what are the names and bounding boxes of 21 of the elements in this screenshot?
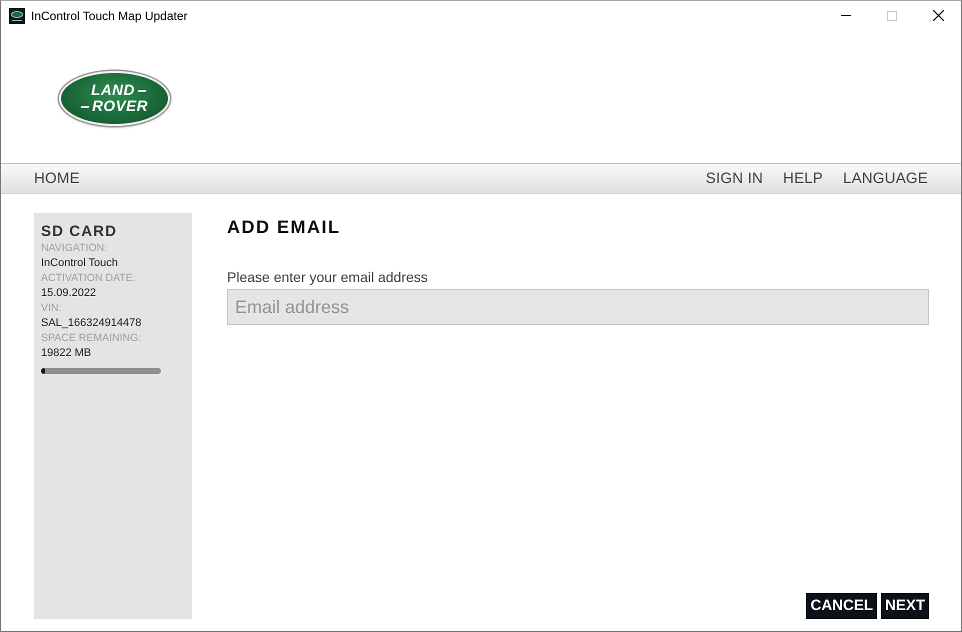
field-label: VIN: [41,301,62,316]
app-icon [9,8,25,24]
brand-logo: LAND ROVER [59,71,170,126]
email-input[interactable]: Email address [227,289,929,325]
window-title: InControl Touch Map Updater [31,8,188,22]
nav-link[interactable]: HOME [34,170,80,187]
field-value: 19822 MB [41,346,92,361]
action-button[interactable]: CANCEL [806,593,877,619]
page-heading: ADD EMAIL [227,217,342,238]
email-label: Please enter your email address [227,269,429,285]
field-value: InControl Touch [41,256,119,271]
field-label: ACTIVATION DATE: [41,271,137,286]
field-label: NAVIGATION: [41,241,108,256]
nav-link[interactable]: HELP [783,170,824,187]
nav-link[interactable]: LANGUAGE [843,170,928,187]
field-label: SPACE REMAINING: [41,331,142,346]
panel-title: SD CARD [41,223,118,240]
field-value: 15.09.2022 [41,286,98,301]
action-button[interactable]: NEXT [880,593,929,619]
nav-link[interactable]: SIGN IN [706,170,764,187]
field-value: SAL_166324914478 [41,316,142,331]
